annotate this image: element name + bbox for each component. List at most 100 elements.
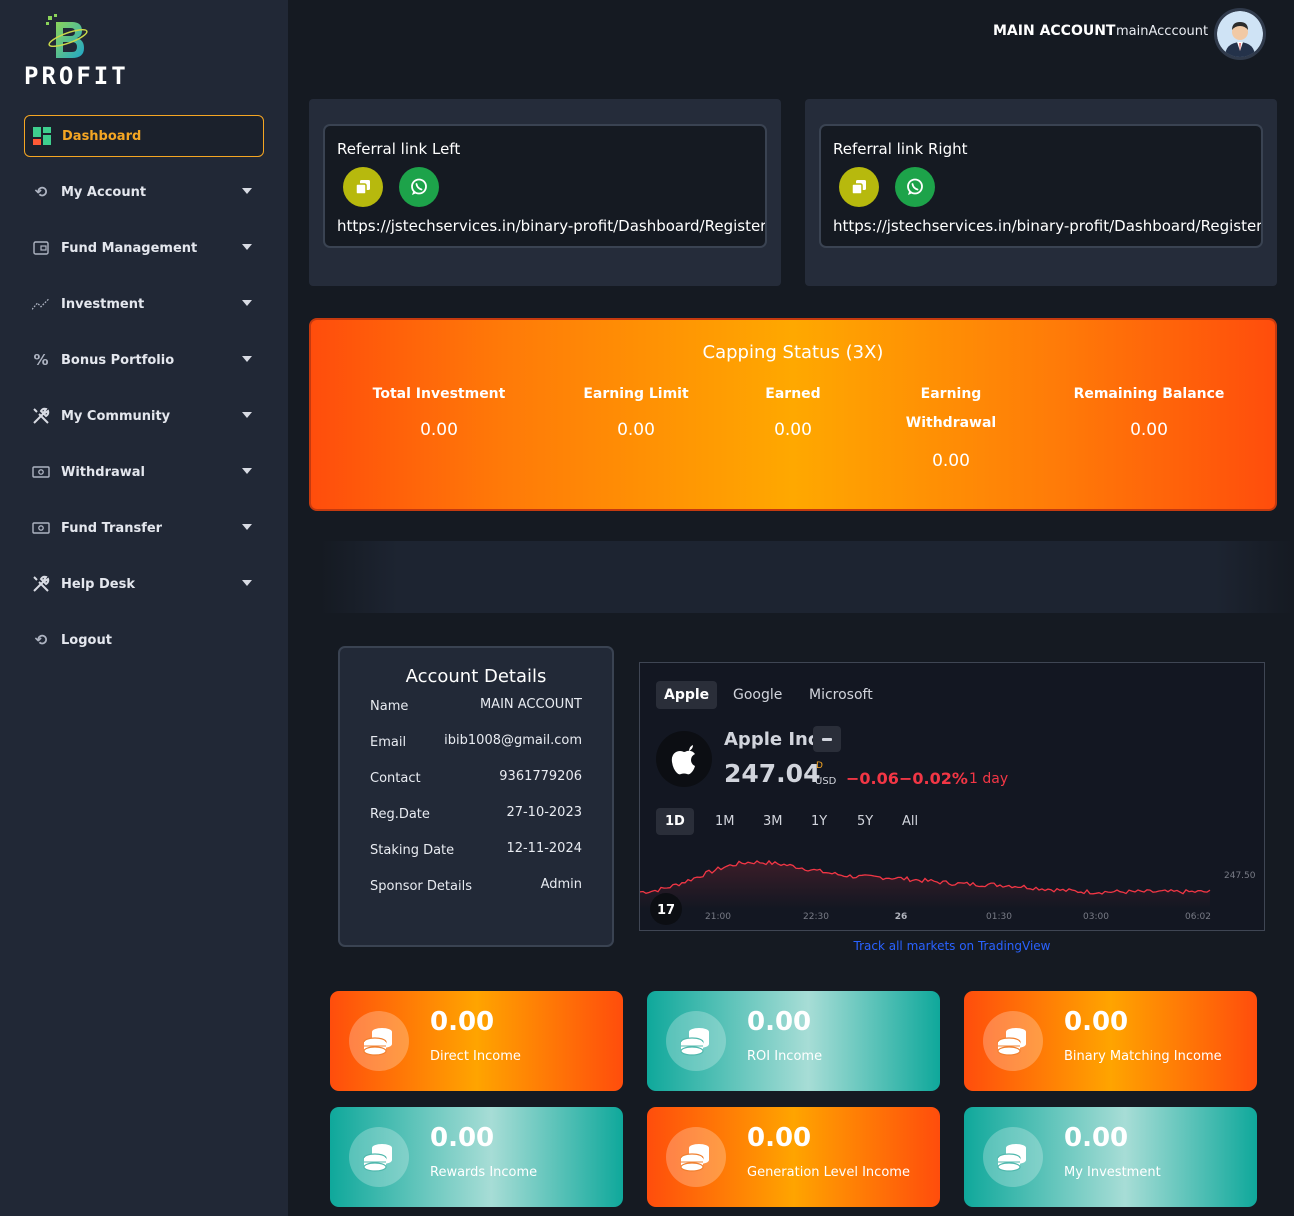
user-avatar-icon — [1217, 11, 1263, 57]
price-change-pct: −0.02% — [899, 769, 968, 788]
sidebar-item-label: Fund Management — [61, 240, 198, 256]
range-3m[interactable]: 3M — [754, 808, 792, 835]
range-all[interactable]: All — [893, 808, 927, 835]
capping-total-investment-label: Total Investment — [372, 386, 506, 402]
coins-icon — [349, 1011, 409, 1071]
refresh-icon: ⟲ — [34, 183, 48, 201]
stat-value: 0.00 — [430, 1007, 495, 1037]
sidebar-item-dashboard[interactable]: Dashboard — [24, 115, 264, 157]
capping-earning-withdrawal-label-line2: Withdrawal — [905, 415, 997, 431]
refresh-icon: ⟲ — [34, 631, 48, 649]
sidebar-item-investment[interactable]: Investment — [24, 283, 264, 325]
whatsapp-icon — [907, 178, 923, 195]
coins-icon — [983, 1011, 1043, 1071]
detail-value: ibib1008@gmail.com — [444, 733, 582, 748]
range-1m[interactable]: 1M — [706, 808, 744, 835]
capping-earned-value: 0.00 — [774, 420, 812, 440]
collapse-button[interactable] — [813, 726, 841, 752]
time-label: 01:30 — [986, 912, 1012, 922]
time-label: 06:02 — [1185, 912, 1211, 922]
chevron-down-icon — [242, 412, 252, 418]
detail-value: 27-10-2023 — [506, 805, 582, 820]
stat-label: Direct Income — [430, 1049, 521, 1064]
tab-microsoft[interactable]: Microsoft — [801, 681, 881, 709]
sidebar-item-label: My Account — [61, 184, 147, 200]
sidebar-item-help-desk[interactable]: Help Desk — [24, 563, 264, 605]
stat-value: 0.00 — [1064, 1007, 1129, 1037]
chevron-down-icon — [242, 580, 252, 586]
sidebar-item-my-community[interactable]: My Community — [24, 395, 264, 437]
stat-card-roi-income[interactable]: 0.00 ROI Income — [647, 991, 940, 1091]
capping-earning-withdrawal-value: 0.00 — [932, 451, 970, 471]
account-details-title: Account Details — [405, 666, 547, 687]
sidebar-item-bonus-portfolio[interactable]: % Bonus Portfolio — [24, 339, 264, 381]
referral-left-panel: Referral link Left https://jstechservice… — [309, 99, 781, 286]
header-username: mainAcccount — [1116, 24, 1209, 39]
sidebar-item-label: Fund Transfer — [61, 520, 163, 536]
stat-label: Generation Level Income — [747, 1165, 910, 1180]
chevron-down-icon — [242, 356, 252, 362]
time-label: 03:00 — [1083, 912, 1109, 922]
avatar[interactable] — [1214, 8, 1266, 60]
tradingview-link[interactable]: Track all markets on TradingView — [639, 939, 1265, 953]
referral-left-url[interactable]: https://jstechservices.in/binary-profit/… — [337, 217, 765, 235]
sidebar-item-label: Logout — [61, 632, 112, 648]
copy-link-button[interactable] — [839, 167, 879, 207]
stock-chart-widget: Apple Google Microsoft Apple Inc 247.04 … — [639, 662, 1265, 931]
stat-card-direct-income[interactable]: 0.00 Direct Income — [330, 991, 623, 1091]
stat-card-binary-matching-income[interactable]: 0.00 Binary Matching Income — [964, 991, 1257, 1091]
detail-label: Reg.Date — [370, 807, 430, 822]
stat-card-generation-level-income[interactable]: 0.00 Generation Level Income — [647, 1107, 940, 1207]
time-label: 21:00 — [705, 912, 731, 922]
logo-mark-icon — [46, 14, 88, 58]
stat-label: My Investment — [1064, 1165, 1161, 1180]
tradingview-logo-icon[interactable]: 17 — [650, 893, 682, 925]
capping-remaining-balance-value: 0.00 — [1130, 420, 1168, 440]
copy-link-button[interactable] — [343, 167, 383, 207]
brand-logo[interactable]: PROFIT — [22, 14, 132, 90]
stat-label: Rewards Income — [430, 1165, 538, 1180]
referral-right-box: Referral link Right https://jstechservic… — [819, 124, 1263, 248]
wallet-icon — [32, 239, 50, 257]
detail-label: Contact — [370, 771, 421, 786]
detail-value: MAIN ACCOUNT — [479, 697, 582, 712]
tab-apple[interactable]: Apple — [656, 681, 718, 709]
sidebar-item-label: Investment — [61, 296, 145, 312]
price-chart[interactable]: 21:00 22:30 26 01:30 03:00 06:02 247.50 … — [640, 843, 1265, 931]
tools-icon — [32, 575, 50, 593]
referral-left-title: Referral link Left — [337, 140, 461, 158]
price-flag: D — [816, 761, 823, 771]
range-1d[interactable]: 1D — [656, 808, 694, 835]
sidebar-item-fund-management[interactable]: Fund Management — [24, 227, 264, 269]
coins-icon — [666, 1127, 726, 1187]
coins-icon — [666, 1011, 726, 1071]
whatsapp-share-button[interactable] — [399, 167, 439, 207]
price-area — [640, 860, 1210, 909]
coins-icon — [349, 1127, 409, 1187]
sidebar-item-fund-transfer[interactable]: Fund Transfer — [24, 507, 264, 549]
cash-icon — [32, 519, 50, 537]
coins-icon — [983, 1127, 1043, 1187]
capping-earning-withdrawal-label: Earning Withdrawal — [891, 386, 1011, 431]
chevron-down-icon — [242, 468, 252, 474]
capping-earning-withdrawal-label-line1: Earning — [920, 386, 982, 402]
stat-card-rewards-income[interactable]: 0.00 Rewards Income — [330, 1107, 623, 1207]
range-1y[interactable]: 1Y — [802, 808, 836, 835]
sidebar-item-logout[interactable]: ⟲ Logout — [24, 619, 264, 661]
price-axis-label: 247.50 — [1224, 871, 1256, 881]
referral-right-url[interactable]: https://jstechservices.in/binary-profit/… — [833, 217, 1261, 235]
sidebar-item-my-account[interactable]: ⟲ My Account — [24, 171, 264, 213]
stat-card-my-investment[interactable]: 0.00 My Investment — [964, 1107, 1257, 1207]
tab-google[interactable]: Google — [725, 681, 790, 709]
detail-value: 9361779206 — [499, 769, 582, 784]
detail-value: 12-11-2024 — [506, 841, 582, 856]
whatsapp-share-button[interactable] — [895, 167, 935, 207]
trend-icon — [32, 295, 50, 313]
detail-label: Name — [370, 699, 409, 714]
range-5y[interactable]: 5Y — [848, 808, 882, 835]
sidebar-item-withdrawal[interactable]: Withdrawal — [24, 451, 264, 493]
capping-total-investment-value: 0.00 — [420, 420, 458, 440]
capping-earning-limit-label: Earning Limit — [583, 386, 689, 402]
detail-value: Admin — [540, 877, 582, 892]
price-change: −0.06 — [846, 769, 899, 788]
